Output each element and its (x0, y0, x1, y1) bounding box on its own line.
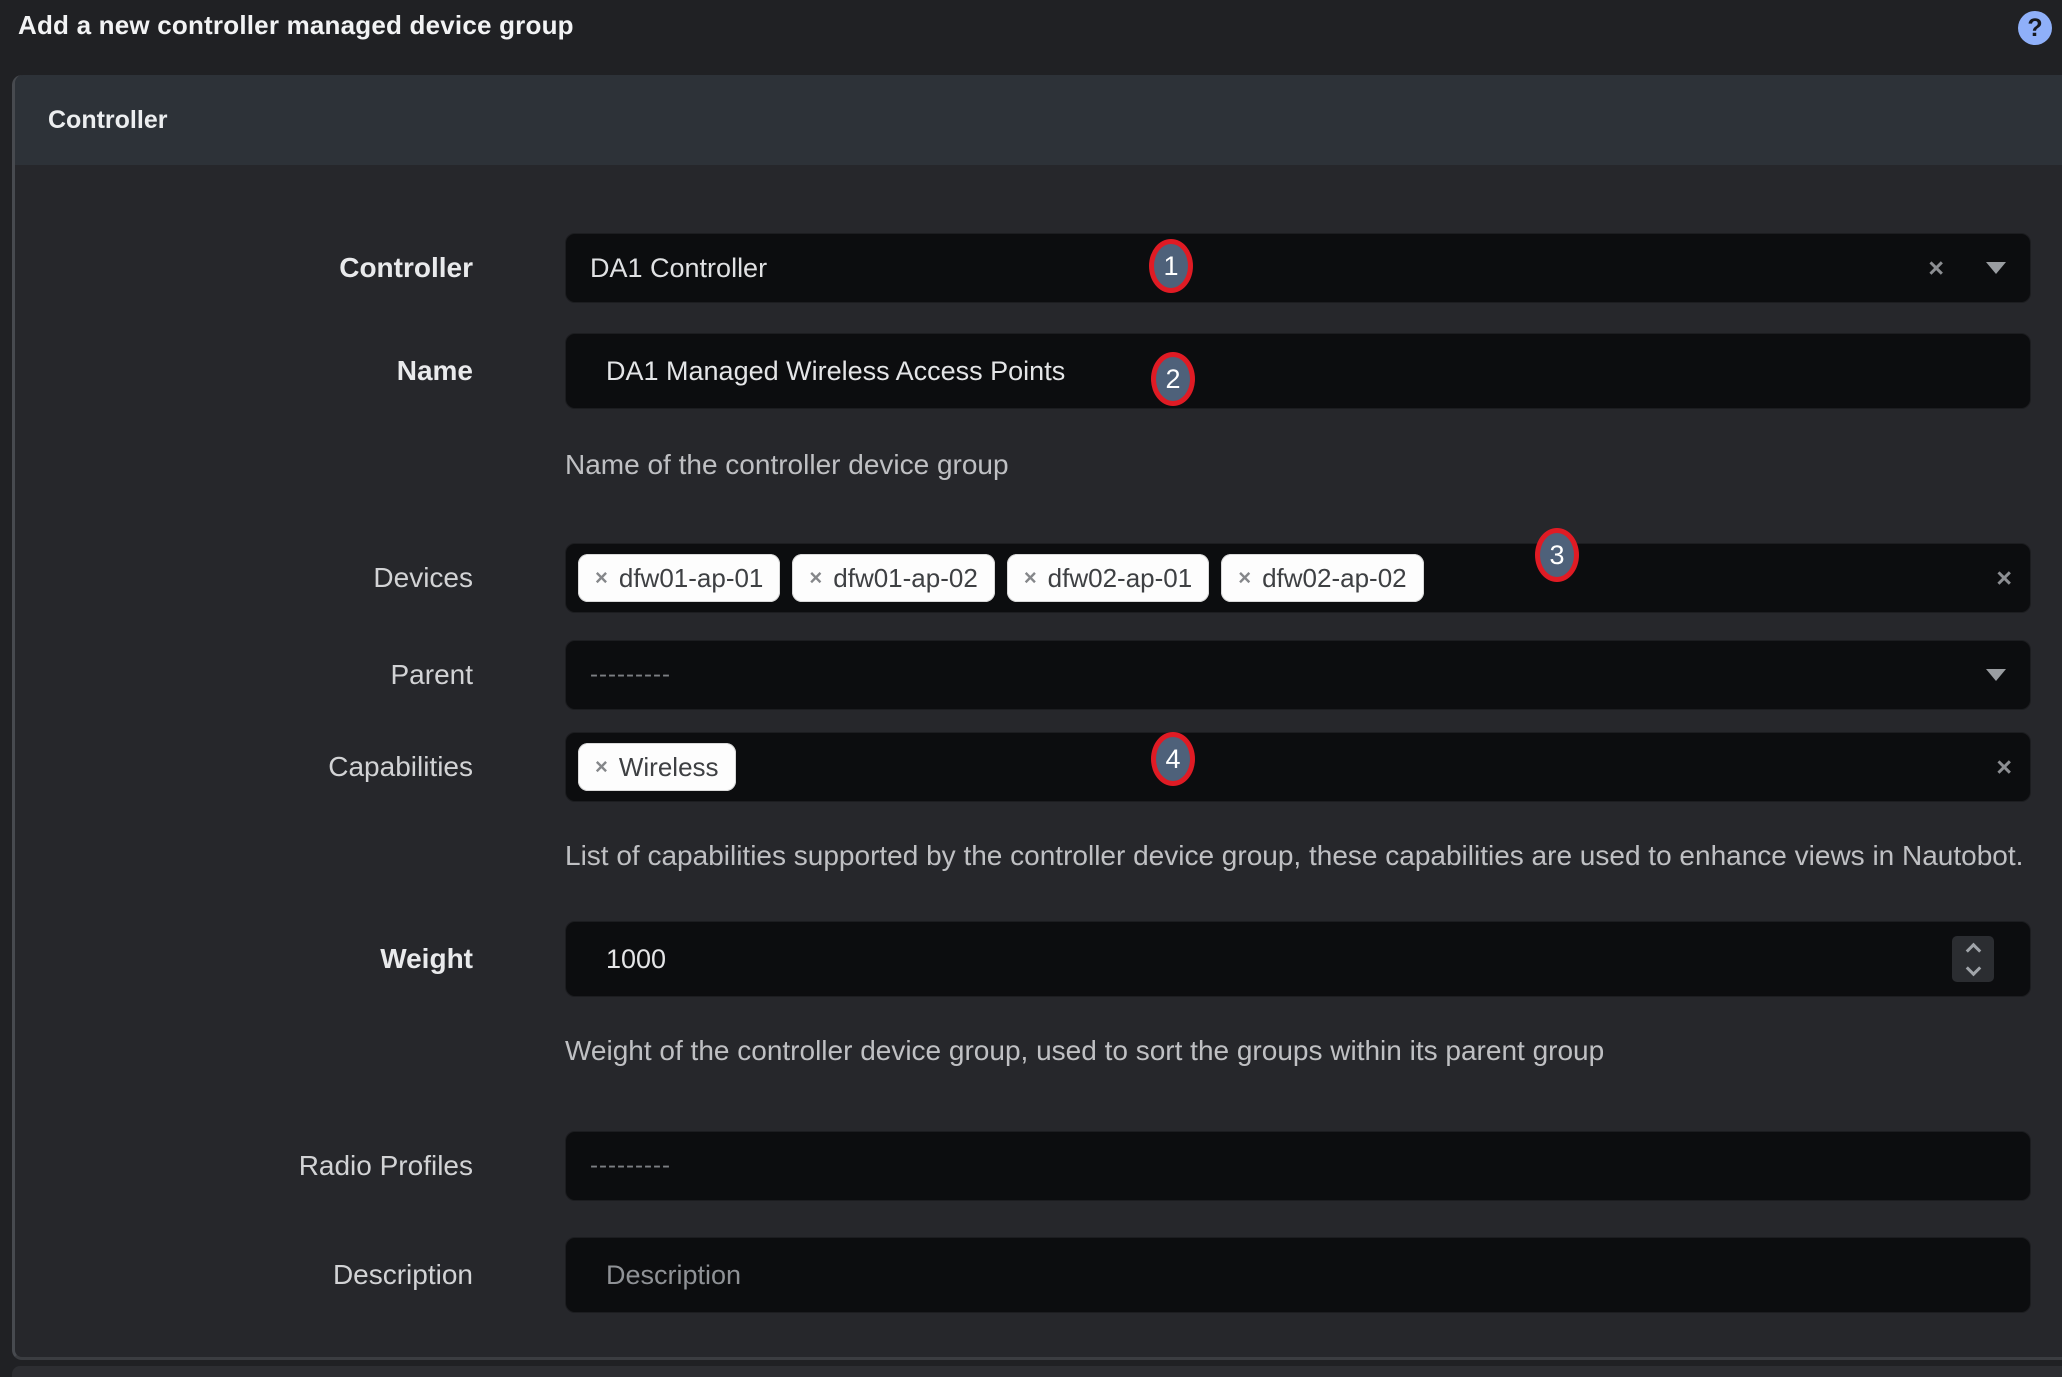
tag-remove-icon[interactable]: × (1238, 567, 1251, 589)
annotation-badge-1: 1 (1149, 239, 1193, 293)
form-row-name: Name Name of the controller device group (15, 333, 2031, 491)
parent-caret-icon[interactable] (1986, 669, 2006, 681)
radio-profiles-multiselect[interactable]: --------- (565, 1131, 2031, 1201)
parent-select[interactable]: --------- (565, 640, 2031, 710)
device-tag-label: dfw02-ap-01 (1048, 563, 1193, 594)
radio-profiles-placeholder: --------- (590, 1152, 671, 1180)
page-title: Add a new controller managed device grou… (18, 10, 574, 41)
device-tag: × dfw01-ap-01 (578, 554, 780, 602)
form-row-controller: Controller DA1 Controller × (15, 233, 2031, 303)
form-row-radio-profiles: Radio Profiles --------- (15, 1131, 2031, 1201)
weight-help-text: Weight of the controller device group, u… (565, 1025, 2031, 1077)
weight-input[interactable] (565, 921, 2031, 997)
tag-remove-icon[interactable]: × (809, 567, 822, 589)
device-tag-label: dfw01-ap-02 (833, 563, 978, 594)
field-label-radio-profiles: Radio Profiles (15, 1131, 473, 1201)
name-help-text: Name of the controller device group (565, 439, 2031, 491)
device-tag-label: dfw01-ap-01 (619, 563, 764, 594)
panel-header-title: Controller (48, 106, 167, 135)
capabilities-clear-icon[interactable]: × (1996, 754, 2012, 781)
tag-remove-icon[interactable]: × (595, 567, 608, 589)
field-label-controller: Controller (15, 233, 473, 303)
capabilities-help-text: List of capabilities supported by the co… (565, 830, 2031, 882)
field-label-devices: Devices (15, 543, 473, 613)
field-label-name: Name (15, 333, 473, 409)
next-panel-edge (12, 1366, 2062, 1377)
form-row-capabilities: Capabilities × Wireless × List of capabi… (15, 732, 2031, 882)
tag-remove-icon[interactable]: × (595, 756, 608, 778)
controller-select-value: DA1 Controller (590, 253, 767, 284)
stepper-up-icon[interactable] (1965, 942, 1981, 958)
form-panel: Controller Controller DA1 Controller × N… (12, 75, 2062, 1360)
device-tag: × dfw01-ap-02 (792, 554, 994, 602)
panel-header: Controller (15, 75, 2062, 165)
name-input[interactable] (565, 333, 2031, 409)
device-tag-label: dfw02-ap-02 (1262, 563, 1407, 594)
form-body: Controller DA1 Controller × Name Name of… (15, 165, 2062, 1352)
capabilities-multiselect[interactable]: × Wireless × (565, 732, 2031, 802)
tag-remove-icon[interactable]: × (1024, 567, 1037, 589)
field-label-weight: Weight (15, 921, 473, 997)
capability-tag-label: Wireless (619, 752, 719, 783)
controller-select[interactable]: DA1 Controller × (565, 233, 2031, 303)
annotation-badge-2: 2 (1151, 352, 1195, 406)
field-label-parent: Parent (15, 640, 473, 710)
controller-caret-icon[interactable] (1986, 262, 2006, 274)
controller-clear-icon[interactable]: × (1928, 255, 1944, 282)
form-row-description: Description (15, 1237, 2031, 1313)
form-row-devices: Devices × dfw01-ap-01 × dfw01-ap-02 × (15, 543, 2031, 613)
device-tag: × dfw02-ap-02 (1221, 554, 1423, 602)
stepper-down-icon[interactable] (1965, 960, 1981, 976)
devices-multiselect[interactable]: × dfw01-ap-01 × dfw01-ap-02 × dfw02-ap-0… (565, 543, 2031, 613)
device-tag: × dfw02-ap-01 (1007, 554, 1209, 602)
form-row-parent: Parent --------- (15, 640, 2031, 710)
capability-tag: × Wireless (578, 743, 736, 791)
devices-clear-icon[interactable]: × (1996, 565, 2012, 592)
description-input[interactable] (565, 1237, 2031, 1313)
field-label-capabilities: Capabilities (15, 732, 473, 802)
annotation-badge-4: 4 (1151, 732, 1195, 786)
field-label-description: Description (15, 1237, 473, 1313)
parent-select-placeholder: --------- (590, 661, 671, 689)
form-row-weight: Weight Weight of the controller device g… (15, 921, 2031, 1077)
annotation-badge-3: 3 (1535, 528, 1579, 582)
help-icon[interactable]: ? (2018, 11, 2052, 45)
weight-stepper[interactable] (1952, 936, 1994, 982)
